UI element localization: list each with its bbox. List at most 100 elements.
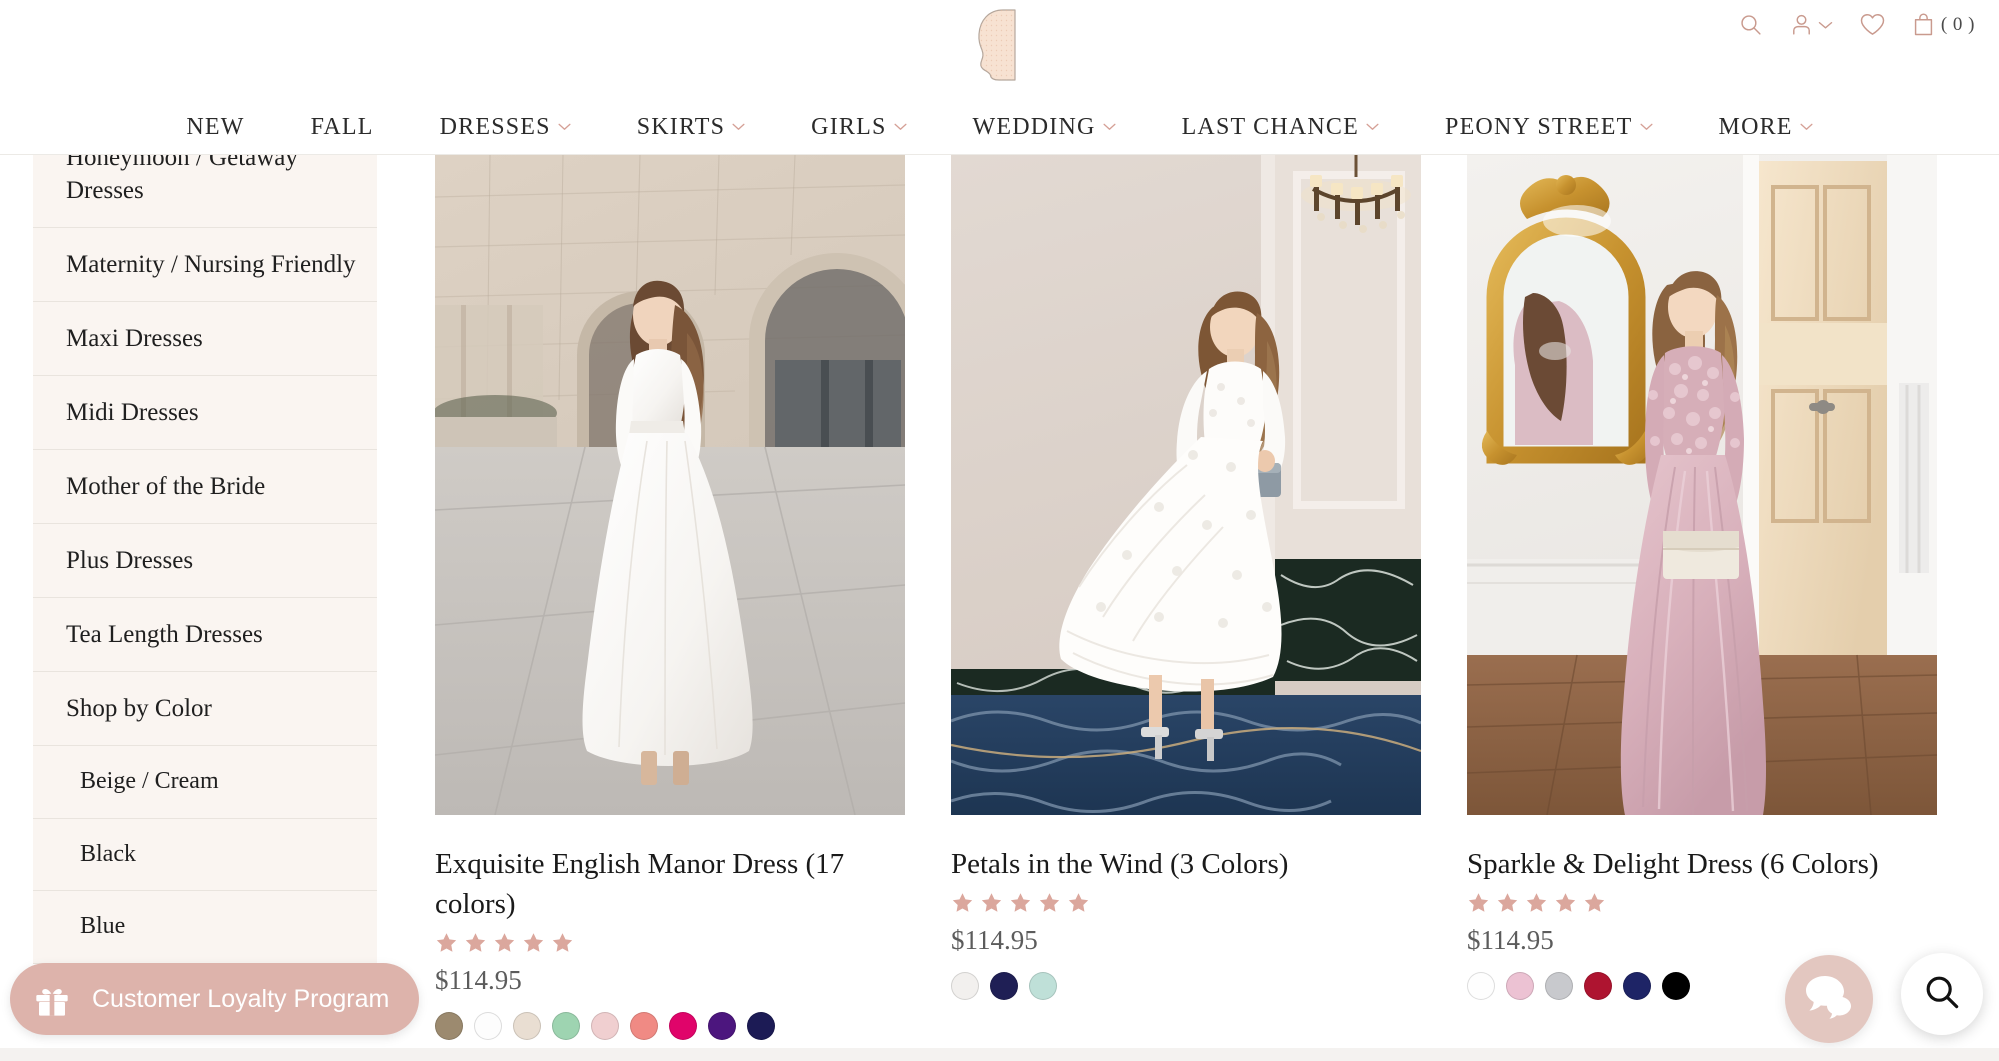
color-swatch-magenta[interactable] <box>669 1012 697 1041</box>
sidebar-item-plus-dresses[interactable]: Plus Dresses <box>33 524 377 598</box>
nav-item-dresses[interactable]: DRESSES <box>407 114 604 141</box>
wishlist-heart-icon[interactable] <box>1859 12 1886 37</box>
nav-item-wedding[interactable]: WEDDING <box>940 114 1149 141</box>
nav-label: GIRLS <box>811 113 887 140</box>
customer-loyalty-program-button[interactable]: Customer Loyalty Program <box>10 963 420 1035</box>
sidebar-item-label: Maxi Dresses <box>66 325 203 352</box>
nav-label: FALL <box>310 113 374 140</box>
cart-button[interactable]: ( 0 ) <box>1912 12 1975 37</box>
sidebar-item-beige-cream[interactable]: Beige / Cream <box>33 746 377 819</box>
sidebar-item-label: Black <box>80 840 136 867</box>
color-swatch-coral[interactable] <box>630 1012 658 1041</box>
color-swatch-seafoam[interactable] <box>1029 972 1057 1001</box>
horizontal-scrollbar[interactable] <box>0 1048 1999 1061</box>
search-icon[interactable] <box>1738 12 1763 37</box>
cart-count-label: ( 0 ) <box>1940 13 1975 35</box>
nav-label: MORE <box>1718 113 1793 140</box>
star-icon <box>1039 893 1060 912</box>
nav-label: DRESSES <box>439 113 551 140</box>
account-menu[interactable] <box>1789 12 1833 37</box>
woman-cameo-silhouette-logo <box>969 8 1031 82</box>
color-swatch-crimson[interactable] <box>1584 972 1612 1001</box>
loyalty-program-label: Customer Loyalty Program <box>92 984 390 1013</box>
color-swatch-row <box>951 972 1421 1001</box>
sidebar-item-maternity-nursing-friendly[interactable]: Maternity / Nursing Friendly <box>33 228 377 302</box>
nav-label: PEONY STREET <box>1445 113 1633 140</box>
star-icon <box>494 933 515 952</box>
sidebar-item-blue[interactable]: Blue <box>33 891 377 965</box>
chevron-down-icon[interactable] <box>1818 20 1833 30</box>
chevron-down-icon <box>732 123 745 131</box>
chat-widget-button[interactable] <box>1785 955 1873 1043</box>
product-card: Sparkle & Delight Dress (6 Colors) $114.… <box>1467 155 1937 1040</box>
brand-logo[interactable] <box>968 8 1032 82</box>
star-icon <box>552 933 573 952</box>
color-swatch-purple[interactable] <box>708 1012 736 1041</box>
sidebar-item-label: Midi Dresses <box>66 399 199 426</box>
color-swatch-white[interactable] <box>1467 972 1495 1001</box>
product-grid: Exquisite English Manor Dress (17 colors… <box>435 155 1965 1041</box>
color-swatch-navy[interactable] <box>990 972 1018 1001</box>
nav-item-new[interactable]: NEW <box>153 114 277 141</box>
product-image-petals-in-the-wind[interactable] <box>951 155 1421 815</box>
sidebar-item-tea-length-dresses[interactable]: Tea Length Dresses <box>33 598 377 672</box>
product-image-sparkle-and-delight-dress[interactable] <box>1467 155 1937 815</box>
search-fab-button[interactable] <box>1901 953 1983 1035</box>
color-swatch-white[interactable] <box>474 1012 502 1041</box>
color-swatch-silver-gray[interactable] <box>1545 972 1573 1001</box>
product-price: $114.95 <box>951 925 1038 956</box>
nav-label: NEW <box>186 113 245 140</box>
account-icon[interactable] <box>1789 12 1814 37</box>
color-swatch-white[interactable] <box>951 972 979 1001</box>
star-icon <box>1068 893 1089 912</box>
category-sidebar: Honeymoon / Getaway Dresses Maternity / … <box>33 120 377 965</box>
nav-item-skirts[interactable]: SKIRTS <box>604 114 778 141</box>
color-swatch-black[interactable] <box>1662 972 1690 1001</box>
nav-item-peony-street[interactable]: PEONY STREET <box>1412 114 1686 141</box>
nav-label: SKIRTS <box>636 113 726 140</box>
sidebar-item-label: Beige / Cream <box>80 768 219 794</box>
header-top-bar: ( 0 ) <box>0 0 1999 100</box>
product-title[interactable]: Petals in the Wind (3 Colors) <box>951 844 1421 884</box>
chevron-down-icon <box>1800 123 1813 131</box>
page-body: Honeymoon / Getaway Dresses Maternity / … <box>0 120 1999 1061</box>
color-swatch-light-pink[interactable] <box>1506 972 1534 1001</box>
star-rating <box>435 931 905 954</box>
nav-item-fall[interactable]: FALL <box>278 114 407 141</box>
chevron-down-icon <box>1366 123 1379 131</box>
chat-bubbles-icon <box>1803 973 1855 1026</box>
sidebar-item-label: Plus Dresses <box>66 547 194 574</box>
sidebar-item-mother-of-the-bride[interactable]: Mother of the Bride <box>33 450 377 524</box>
search-icon <box>1922 972 1962 1017</box>
color-swatch-taupe[interactable] <box>435 1012 463 1041</box>
color-swatch-mint-green[interactable] <box>552 1012 580 1041</box>
sidebar-item-label: Maternity / Nursing Friendly <box>66 251 356 278</box>
nav-item-girls[interactable]: GIRLS <box>778 114 939 141</box>
chevron-down-icon <box>894 123 907 131</box>
star-icon <box>1584 893 1605 912</box>
sidebar-item-maxi-dresses[interactable]: Maxi Dresses <box>33 302 377 376</box>
star-icon <box>436 933 457 952</box>
nav-item-last-chance[interactable]: LAST CHANCE <box>1149 114 1412 141</box>
color-swatch-navy[interactable] <box>747 1012 775 1041</box>
site-header: ( 0 ) NEW FALL DRESSES SKIRTS GIRLS WEDD… <box>0 0 1999 155</box>
sidebar-item-midi-dresses[interactable]: Midi Dresses <box>33 376 377 450</box>
color-swatch-cream[interactable] <box>513 1012 541 1041</box>
nav-label: WEDDING <box>972 113 1096 140</box>
sidebar-item-label: Blue <box>80 913 126 940</box>
product-title[interactable]: Exquisite English Manor Dress (17 colors… <box>435 844 905 924</box>
product-image-exquisite-english-manor-dress[interactable] <box>435 155 905 815</box>
nav-item-more[interactable]: MORE <box>1686 114 1846 141</box>
product-title[interactable]: Sparkle & Delight Dress (6 Colors) <box>1467 844 1937 884</box>
cart-bag-icon[interactable] <box>1912 12 1935 37</box>
sidebar-item-black[interactable]: Black <box>33 819 377 892</box>
gift-icon <box>32 979 72 1019</box>
star-icon <box>1526 893 1547 912</box>
color-swatch-navy[interactable] <box>1623 972 1651 1001</box>
primary-navigation: NEW FALL DRESSES SKIRTS GIRLS WEDDING LA… <box>0 100 1999 154</box>
sidebar-item-shop-by-color[interactable]: Shop by Color <box>33 672 377 746</box>
product-price: $114.95 <box>1467 925 1554 956</box>
chevron-down-icon <box>1103 123 1116 131</box>
star-icon <box>523 933 544 952</box>
color-swatch-blush-pink[interactable] <box>591 1012 619 1041</box>
